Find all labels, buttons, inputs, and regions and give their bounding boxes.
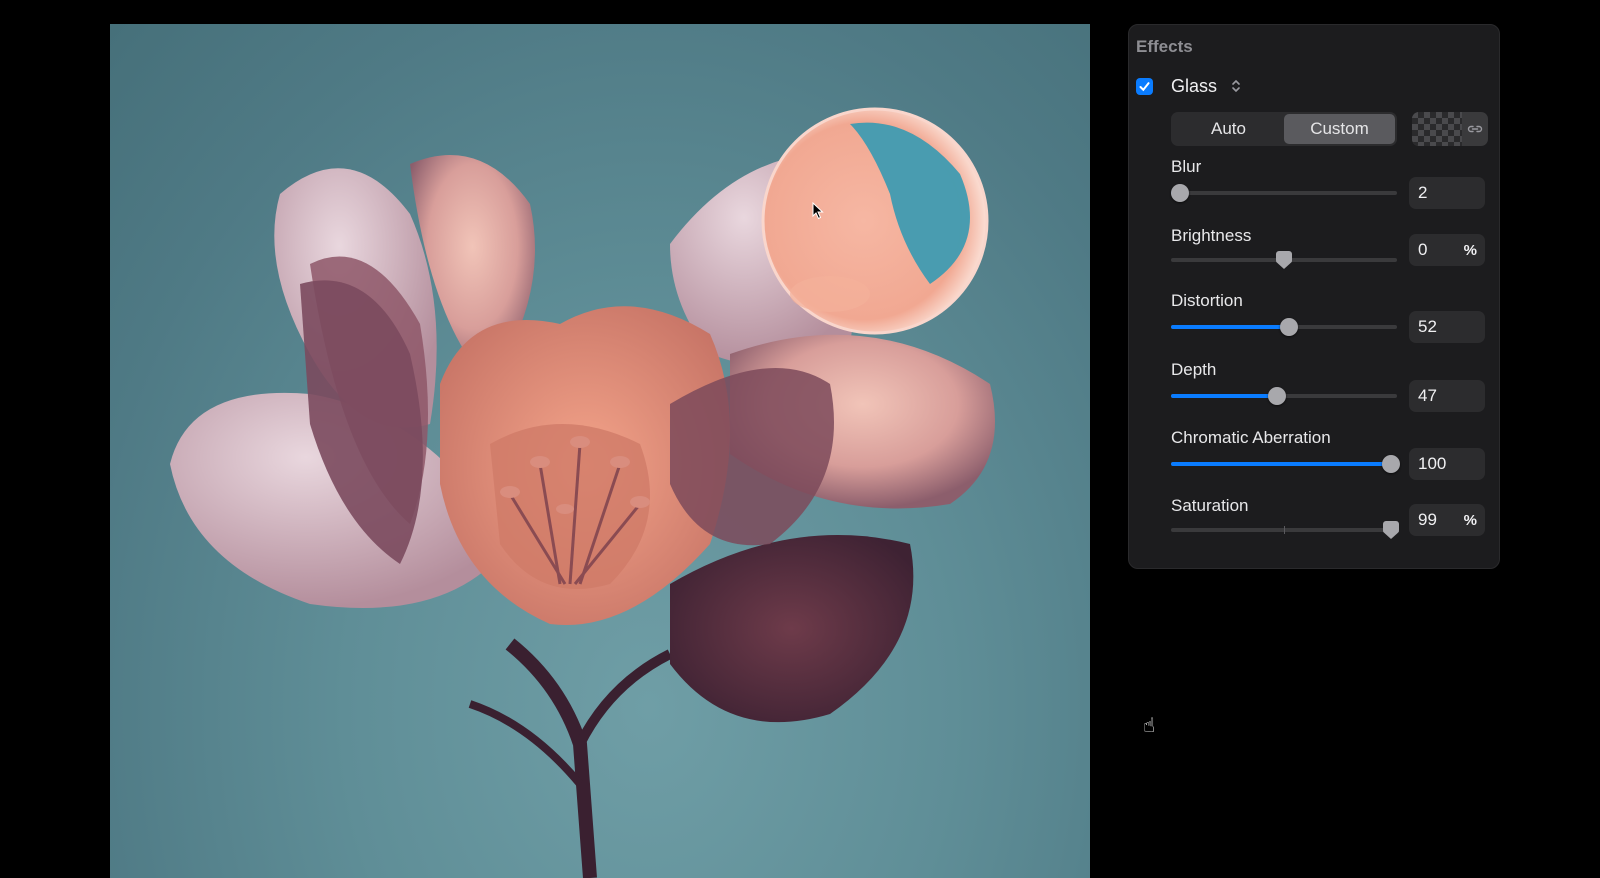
center-tick bbox=[1284, 526, 1285, 534]
chromatic-aberration-value-field[interactable]: 100 bbox=[1409, 448, 1485, 480]
tint-color-button[interactable] bbox=[1412, 112, 1488, 146]
saturation-label: Saturation bbox=[1171, 496, 1249, 515]
depth-value: 47 bbox=[1418, 386, 1437, 405]
blur-slider-thumb[interactable] bbox=[1171, 184, 1189, 202]
distortion-slider-fill bbox=[1171, 325, 1289, 329]
distortion-slider-thumb[interactable] bbox=[1280, 318, 1298, 336]
chromatic-aberration-slider-thumb[interactable] bbox=[1382, 455, 1400, 473]
mode-segmented-control: Auto Custom bbox=[1171, 112, 1397, 146]
depth-value-field[interactable]: 47 bbox=[1409, 380, 1485, 412]
blur-value-field[interactable]: 2 bbox=[1409, 177, 1485, 209]
brightness-label: Brightness bbox=[1171, 226, 1252, 245]
depth-label: Depth bbox=[1171, 360, 1217, 379]
image-canvas[interactable] bbox=[110, 24, 1090, 878]
brightness-value-field[interactable]: 0 % bbox=[1409, 234, 1485, 266]
effects-panel: Effects Glass Auto Custom Blur 2 Brightn… bbox=[1128, 24, 1500, 569]
distortion-value: 52 bbox=[1418, 317, 1437, 336]
saturation-unit: % bbox=[1463, 511, 1477, 529]
distortion-label: Distortion bbox=[1171, 291, 1243, 310]
depth-slider[interactable] bbox=[1171, 387, 1397, 405]
blur-label: Blur bbox=[1171, 157, 1202, 176]
distortion-slider[interactable] bbox=[1171, 318, 1397, 336]
chromatic-aberration-value: 100 bbox=[1418, 454, 1447, 473]
distortion-value-field[interactable]: 52 bbox=[1409, 311, 1485, 343]
brightness-unit: % bbox=[1463, 241, 1477, 259]
arrow-cursor-icon bbox=[812, 202, 824, 220]
chromatic-aberration-slider[interactable] bbox=[1171, 455, 1400, 473]
brightness-value: 0 bbox=[1418, 240, 1428, 259]
chromatic-aberration-label: Chromatic Aberration bbox=[1171, 428, 1331, 447]
mode-auto-button[interactable]: Auto bbox=[1173, 114, 1284, 144]
depth-slider-fill bbox=[1171, 394, 1277, 398]
glass-row: Glass bbox=[1136, 75, 1241, 97]
brightness-slider-thumb[interactable] bbox=[1276, 251, 1292, 269]
flower-artwork bbox=[170, 107, 995, 878]
checkmark-icon bbox=[1139, 81, 1150, 91]
panel-title: Effects bbox=[1136, 37, 1193, 56]
saturation-slider-thumb[interactable] bbox=[1383, 521, 1399, 539]
saturation-slider[interactable] bbox=[1171, 521, 1399, 539]
hand-cursor-icon: ☝ bbox=[1143, 715, 1156, 737]
chevron-updown-icon[interactable] bbox=[1231, 78, 1241, 94]
saturation-value-field[interactable]: 99 % bbox=[1409, 504, 1485, 536]
blur-slider[interactable] bbox=[1171, 184, 1397, 202]
glass-label: Glass bbox=[1171, 75, 1218, 96]
brightness-slider[interactable] bbox=[1171, 251, 1397, 269]
saturation-value: 99 bbox=[1418, 510, 1437, 529]
link-icon bbox=[1467, 125, 1483, 133]
glass-checkbox[interactable] bbox=[1136, 77, 1153, 95]
checkerboard-icon bbox=[1412, 112, 1462, 146]
mode-custom-button[interactable]: Custom bbox=[1284, 114, 1395, 144]
blur-value: 2 bbox=[1418, 183, 1428, 202]
depth-slider-thumb[interactable] bbox=[1268, 387, 1286, 405]
chromatic-aberration-slider-fill bbox=[1171, 462, 1397, 466]
